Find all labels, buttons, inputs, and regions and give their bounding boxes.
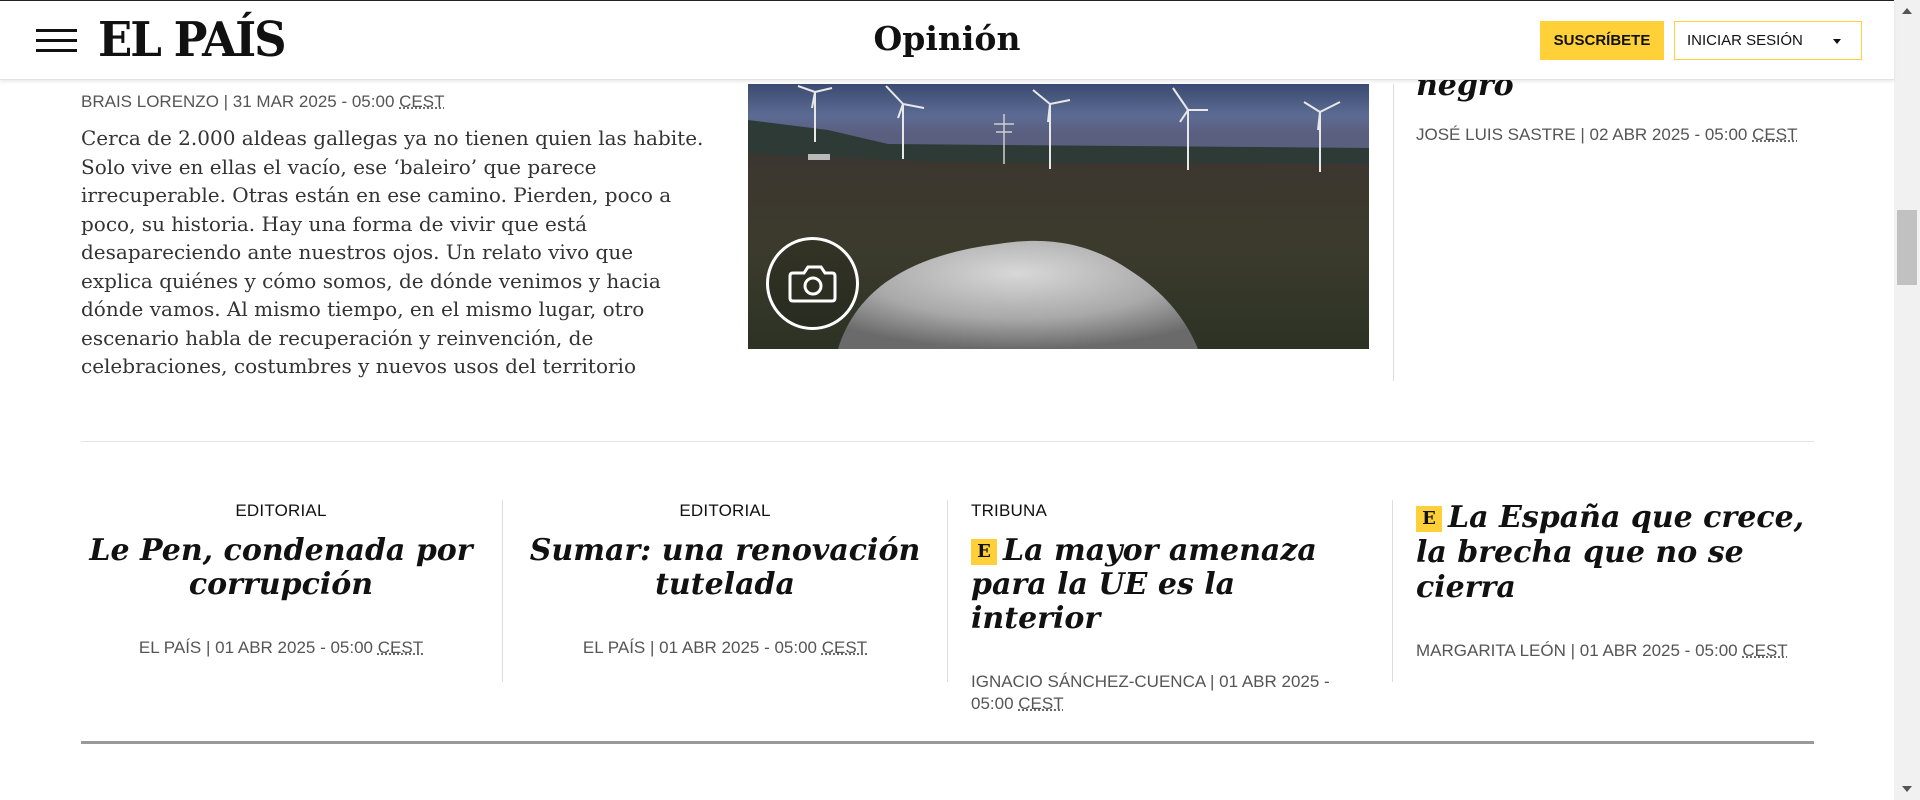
column-divider [502,500,503,682]
article-byline: EL PAÍS | 01 ABR 2025 - 05:00 CEST [582,638,868,657]
byline-date: 31 MAR 2025 - 05:00 [232,92,395,111]
byline-timezone: CEST [1742,641,1788,660]
article-headline-text[interactable]: La mayor amenaza para la UE es la interi… [971,533,1317,636]
article-headline[interactable]: Sumar: una renovación tutelada [525,534,925,602]
article-kicker[interactable]: TRIBUNA [971,500,1371,522]
section-divider [81,441,1814,442]
photo-gallery-button[interactable] [766,237,859,330]
column-divider [947,500,948,682]
login-button-label: INICIAR SESIÓN [1687,32,1803,49]
article-card: E La España que crece, la brecha que no s… [1416,500,1816,662]
article-byline: IGNACIO SÁNCHEZ-CUENCA | 01 ABR 2025 - 0… [971,672,1330,713]
article-headline[interactable]: E La España que crece, la brecha que no s… [1416,500,1816,605]
scrollbar[interactable] [1894,0,1920,800]
scrollbar-thumb[interactable] [1897,210,1917,285]
article-lead-text: Cerca de 2.000 aldeas gallegas ya no tie… [81,126,704,378]
subscribe-button[interactable]: SUSCRÍBETE [1540,21,1664,60]
site-header: EL PAÍS Opinión SUSCRÍBETE INICIAR SESIÓ… [0,0,1894,80]
camera-icon [788,265,837,303]
section-bottom-rule [81,741,1814,744]
article-byline: JOSÉ LUIS SASTRE | 02 ABR 2025 - 05:00 C… [1416,125,1798,144]
byline-timezone: CEST [821,638,868,657]
byline-date: 01 ABR 2025 - 05:00 [215,638,373,657]
article-byline: EL PAÍS | 01 ABR 2025 - 05:00 CEST [138,638,424,657]
byline-timezone: CEST [1018,694,1064,713]
byline-author[interactable]: BRAIS LORENZO [81,92,219,111]
article-card: EDITORIAL Le Pen, condenada por corrupci… [81,500,481,659]
scroll-down-arrow-icon[interactable] [1902,786,1912,792]
byline-date: 01 ABR 2025 - 05:00 [1579,641,1738,660]
caret-down-icon [1833,39,1841,44]
premium-badge-icon: E [971,539,997,565]
premium-badge-icon: E [1416,506,1442,532]
article-byline: BRAIS LORENZO | 31 MAR 2025 - 05:00 CEST [81,92,445,111]
article-kicker[interactable]: EDITORIAL [81,500,481,522]
article-card: TRIBUNA E La mayor amenaza para la UE es … [971,500,1371,715]
byline-timezone: CEST [377,638,424,657]
byline-date: 01 ABR 2025 - 05:00 [659,638,817,657]
byline-date: 02 ABR 2025 - 05:00 [1589,125,1748,144]
article-kicker[interactable]: EDITORIAL [525,500,925,522]
byline-timezone: CEST [399,92,445,111]
byline-author[interactable]: MARGARITA LEÓN [1416,641,1566,660]
article-card: EDITORIAL Sumar: una renovación tutelada… [525,500,925,659]
article-headline[interactable]: E La mayor amenaza para la UE es la inter… [971,534,1371,636]
article-byline: MARGARITA LEÓN | 01 ABR 2025 - 05:00 CES… [1416,641,1788,660]
column-divider [1392,500,1393,682]
byline-author[interactable]: EL PAÍS [139,638,201,657]
scroll-up-arrow-icon[interactable] [1902,8,1912,14]
article-headline-text[interactable]: La España que crece, la brecha que no se… [1416,500,1804,605]
article-headline[interactable]: Le Pen, condenada por corrupción [81,534,481,602]
byline-author[interactable]: IGNACIO SÁNCHEZ-CUENCA [971,672,1205,691]
byline-author[interactable]: EL PAÍS [583,638,645,657]
column-divider [1393,84,1394,381]
byline-author[interactable]: JOSÉ LUIS SASTRE [1416,125,1576,144]
byline-timezone: CEST [1752,125,1798,144]
login-button[interactable]: INICIAR SESIÓN [1674,21,1862,60]
